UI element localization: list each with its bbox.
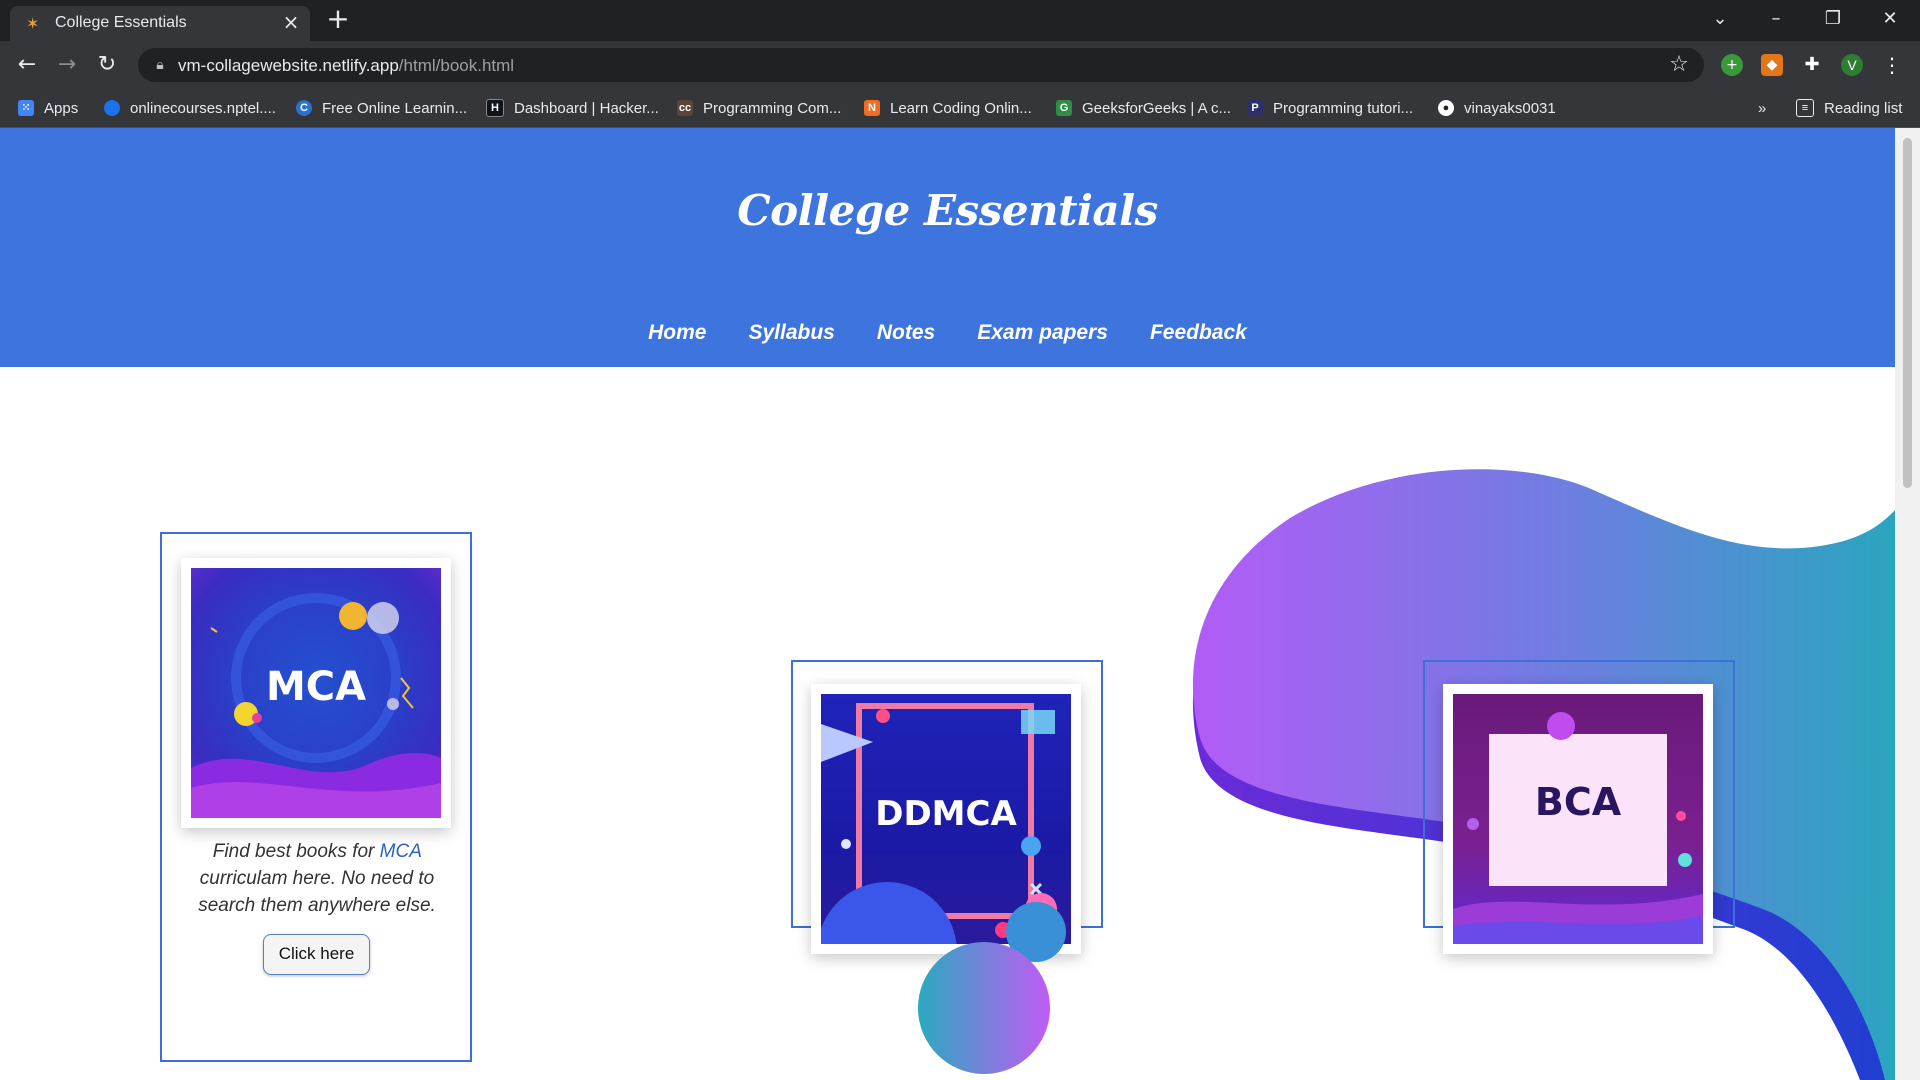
reading-list-button[interactable]: ≡ Reading list xyxy=(1796,98,1902,118)
site-favicon-icon: ✶ xyxy=(26,14,40,33)
bca-cover-image: BCA xyxy=(1453,694,1703,944)
mca-desc-highlight: MCA xyxy=(379,841,422,862)
github-icon: ● xyxy=(1438,100,1454,116)
nav-exam-papers[interactable]: Exam papers xyxy=(977,321,1108,345)
tab-search-chevron-icon[interactable]: ⌄ xyxy=(1700,4,1740,34)
browser-tab-strip: ✶ College Essentials × + ⌄ – ❐ ✕ xyxy=(0,0,1920,41)
bookmark-nptel[interactable]: onlinecourses.nptel.... xyxy=(104,98,276,118)
site-nav: Home Syllabus Notes Exam papers Feedback xyxy=(0,321,1895,345)
bookmark-apps[interactable]: ⁙ Apps xyxy=(18,98,78,118)
codingninjas-icon: N xyxy=(864,100,880,116)
bookmark-label: vinayaks0031 xyxy=(1464,99,1556,117)
nav-syllabus[interactable]: Syllabus xyxy=(748,321,834,345)
bca-cover-frame: BCA xyxy=(1443,684,1713,954)
bookmark-label: Apps xyxy=(44,99,79,117)
back-arrow-icon[interactable]: ← xyxy=(12,50,42,80)
bookmarks-overflow-chevron-icon[interactable]: » xyxy=(1758,98,1766,118)
menu-kebab-icon[interactable]: ⋮ xyxy=(1881,54,1903,76)
bookmark-label: GeeksforGeeks | A c... xyxy=(1082,99,1231,117)
metamask-fox-icon[interactable]: ◆ xyxy=(1761,54,1783,76)
bookmark-label: Learn Coding Onlin... xyxy=(890,99,1032,117)
lock-icon[interactable]: 🔒︎ xyxy=(152,55,168,75)
bookmark-geeksforgeeks[interactable]: G GeeksforGeeks | A c... xyxy=(1056,98,1231,118)
reading-list-icon: ≡ xyxy=(1796,99,1814,117)
url-text: vm-collagewebsite.netlify.app/html/book.… xyxy=(178,56,514,76)
bookmark-programiz[interactable]: P Programming tutori... xyxy=(1247,98,1413,118)
url-path: /html/book.html xyxy=(398,56,515,75)
reading-list-label: Reading list xyxy=(1824,99,1903,117)
scrollbar-thumb[interactable] xyxy=(1903,138,1912,488)
hackerrank-icon: H xyxy=(486,99,504,117)
mca-cover-image: MCA xyxy=(191,568,441,818)
coursera-icon: C xyxy=(296,100,312,116)
codechef-icon: cc xyxy=(677,100,693,116)
close-tab-icon[interactable]: × xyxy=(280,10,302,34)
programiz-icon: P xyxy=(1247,100,1263,116)
url-domain: vm-collagewebsite.netlify.app xyxy=(178,56,399,75)
bookmark-hackerrank[interactable]: H Dashboard | Hacker... xyxy=(486,98,659,118)
click-here-button[interactable]: Click here xyxy=(263,934,370,975)
page-scrollbar[interactable] xyxy=(1895,128,1920,1080)
site-title: College Essentials xyxy=(737,186,1158,235)
bookmarks-bar: ⁙ Apps onlinecourses.nptel.... C Free On… xyxy=(0,89,1920,128)
nav-feedback[interactable]: Feedback xyxy=(1150,321,1247,345)
decorative-circles xyxy=(918,902,1066,1074)
bookmark-label: Dashboard | Hacker... xyxy=(514,99,659,117)
reload-icon[interactable]: ↻ xyxy=(92,50,122,80)
nptel-icon xyxy=(104,100,120,116)
ddmca-cover-label: DDMCA xyxy=(875,794,1017,834)
restore-icon[interactable]: ❐ xyxy=(1813,4,1853,34)
nav-notes[interactable]: Notes xyxy=(877,321,935,345)
bca-cover-label: BCA xyxy=(1534,780,1622,824)
apps-grid-icon: ⁙ xyxy=(18,100,34,116)
bookmark-label: Programming tutori... xyxy=(1273,99,1414,117)
mca-cover-frame: MCA xyxy=(181,558,451,828)
mca-desc-prefix: Find best books for xyxy=(212,841,380,862)
new-tab-icon[interactable]: + xyxy=(323,4,353,34)
mca-description: Find best books for MCA curriculam here.… xyxy=(182,838,452,919)
bookmark-codechef[interactable]: cc Programming Com... xyxy=(677,98,841,118)
mca-cover-label: MCA xyxy=(265,664,367,710)
minimize-icon[interactable]: – xyxy=(1756,4,1796,34)
profile-avatar[interactable]: V xyxy=(1841,54,1863,76)
bookmark-codingninjas[interactable]: N Learn Coding Onlin... xyxy=(864,98,1032,118)
extensions-puzzle-icon[interactable]: ✚ xyxy=(1801,54,1823,76)
extension-plus-icon[interactable]: + xyxy=(1721,54,1743,76)
address-bar[interactable]: 🔒︎ vm-collagewebsite.netlify.app/html/bo… xyxy=(138,48,1704,82)
browser-tab[interactable]: ✶ College Essentials × xyxy=(10,6,310,41)
bookmark-coursera[interactable]: C Free Online Learnin... xyxy=(296,98,467,118)
gfg-icon: G xyxy=(1056,100,1072,116)
page-content: College Essentials Home Syllabus Notes E… xyxy=(0,128,1895,1080)
close-window-icon[interactable]: ✕ xyxy=(1870,4,1910,34)
bookmark-label: Free Online Learnin... xyxy=(322,99,468,117)
browser-toolbar: ← → ↻ 🔒︎ vm-collagewebsite.netlify.app/h… xyxy=(0,41,1920,89)
tab-title: College Essentials xyxy=(55,14,187,31)
nav-home[interactable]: Home xyxy=(648,321,706,345)
mca-card: MCA Find best books for MCA curriculam h… xyxy=(160,532,472,1062)
bookmark-star-icon[interactable]: ☆ xyxy=(1666,52,1692,78)
bookmark-github[interactable]: ● vinayaks0031 xyxy=(1438,98,1556,118)
forward-arrow-icon[interactable]: → xyxy=(52,50,82,80)
mca-desc-suffix: curriculam here. No need to search them … xyxy=(198,868,436,916)
bookmark-label: Programming Com... xyxy=(703,99,842,117)
site-header: College Essentials Home Syllabus Notes E… xyxy=(0,128,1895,367)
bookmark-label: onlinecourses.nptel.... xyxy=(130,99,276,117)
